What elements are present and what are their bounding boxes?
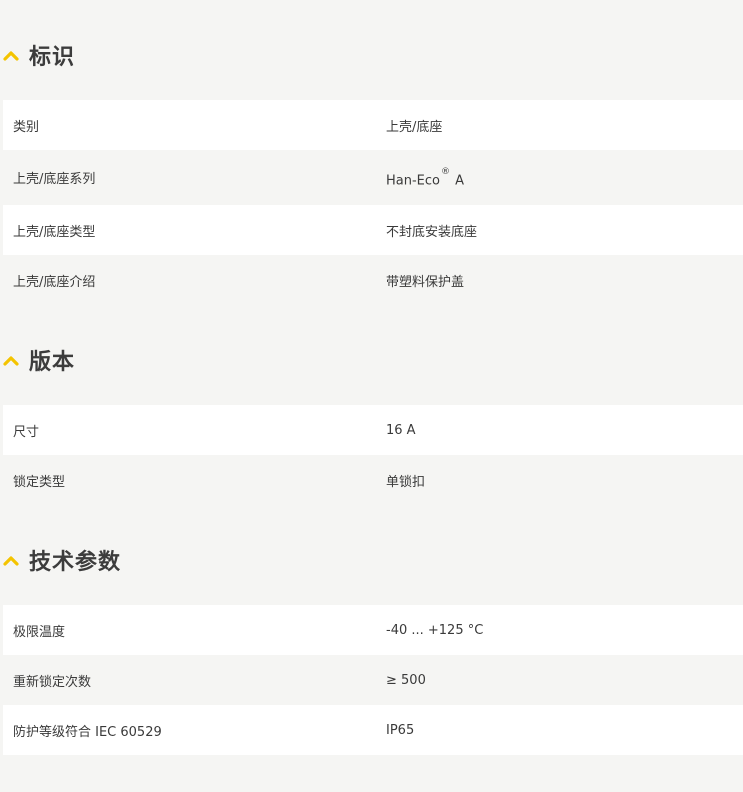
- section-technical-data: 技术参数: [0, 530, 743, 590]
- row-value: 16 A: [386, 422, 416, 438]
- section-title: 技术参数: [29, 550, 122, 575]
- chevron-up-icon[interactable]: [3, 49, 19, 61]
- row-value: -40 ... +125 °C: [386, 622, 484, 638]
- chevron-up-icon[interactable]: [3, 554, 19, 566]
- section-header-version[interactable]: 版本: [0, 330, 743, 390]
- identification-table: 类别 上壳/底座 上壳/底座系列 Han-Eco® A 上壳/底座类型 不封底安…: [3, 100, 743, 305]
- row-key: 重新锁定次数: [13, 674, 92, 690]
- row-value: 上壳/底座: [386, 119, 443, 135]
- technical-data-table: 极限温度 -40 ... +125 °C 重新锁定次数 ≥ 500 防护等级符合…: [3, 605, 743, 755]
- section-header-identification[interactable]: 标识: [0, 25, 743, 85]
- row-key: 上壳/底座类型: [13, 224, 96, 240]
- table-row: 尺寸 16 A: [3, 405, 743, 455]
- row-value: ≥ 500: [386, 672, 426, 688]
- row-key: 上壳/底座介绍: [13, 274, 96, 290]
- row-value-suffix: A: [451, 173, 465, 189]
- row-key: 尺寸: [13, 424, 40, 440]
- chevron-up-icon[interactable]: [3, 354, 19, 366]
- row-key: 防护等级符合 IEC 60529: [13, 724, 162, 740]
- table-row: 防护等级符合 IEC 60529 IP65: [3, 705, 743, 755]
- section-title: 标识: [29, 45, 76, 70]
- row-value-group: Han-Eco® A: [386, 167, 465, 189]
- row-value: 不封底安装底座: [386, 224, 478, 240]
- table-row: 上壳/底座系列 Han-Eco® A: [3, 150, 743, 205]
- table-row: 极限温度 -40 ... +125 °C: [3, 605, 743, 655]
- row-value: IP65: [386, 722, 415, 738]
- row-key: 锁定类型: [13, 474, 66, 490]
- registered-mark: ®: [441, 167, 450, 177]
- table-row: 上壳/底座介绍 带塑料保护盖: [3, 255, 743, 305]
- row-key: 极限温度: [13, 624, 66, 640]
- table-row: 重新锁定次数 ≥ 500: [3, 655, 743, 705]
- table-row: 上壳/底座类型 不封底安装底座: [3, 205, 743, 255]
- section-title: 版本: [29, 350, 76, 375]
- row-value: 带塑料保护盖: [386, 274, 465, 290]
- row-value: 单锁扣: [386, 474, 426, 490]
- row-key: 上壳/底座系列: [13, 172, 96, 187]
- row-value: Han-Eco: [386, 173, 440, 189]
- section-identification: 标识: [0, 25, 743, 85]
- section-version: 版本: [0, 330, 743, 390]
- row-key: 类别: [13, 119, 40, 135]
- table-row: 锁定类型 单锁扣: [3, 455, 743, 505]
- version-table: 尺寸 16 A 锁定类型 单锁扣: [3, 405, 743, 505]
- table-row: 类别 上壳/底座: [3, 100, 743, 150]
- section-header-technical-data[interactable]: 技术参数: [0, 530, 743, 590]
